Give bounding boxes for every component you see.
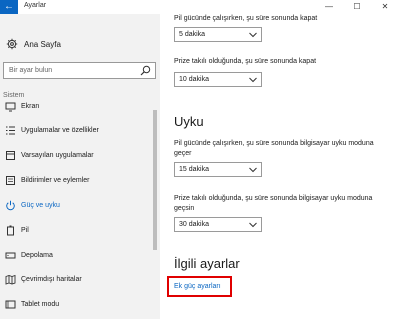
sidebar-item-label: Bildirimler ve eylemler (21, 177, 90, 184)
back-button[interactable]: ← (0, 0, 18, 14)
search-icon[interactable] (140, 65, 151, 76)
search-input[interactable]: Bir ayar bulun (3, 62, 156, 79)
list-icon (6, 126, 15, 135)
sidebar-item-label: Güç ve uyku (21, 202, 60, 209)
related-settings-heading: İlgili ayarlar (174, 256, 240, 271)
home-label: Ana Sayfa (24, 40, 61, 49)
sidebar-item-default-apps[interactable]: Varsayılan uygulamalar (0, 145, 152, 167)
sidebar-item-storage[interactable]: Depolama (0, 245, 152, 267)
additional-power-settings-link[interactable]: Ek güç ayarları (174, 283, 221, 290)
sidebar-item-tablet-mode[interactable]: Tablet modu (0, 294, 152, 316)
title-bar: ← Ayarlar — ☐ ✕ (0, 0, 400, 14)
dropdown-value: 15 dakika (179, 166, 209, 173)
window-title: Ayarlar (24, 2, 47, 9)
sidebar-item-label: Çevrimdışı haritalar (21, 276, 82, 283)
minimize-button[interactable]: — (316, 0, 342, 14)
sidebar-item-label: Tablet modu (21, 301, 60, 308)
gear-icon (6, 38, 18, 50)
battery-icon (7, 225, 14, 236)
sidebar: Ana Sayfa Bir ayar bulun Sistem Ekran Uy… (0, 14, 160, 319)
sidebar-item-label: Pil (21, 227, 29, 234)
maximize-button[interactable]: ☐ (344, 0, 370, 14)
chevron-down-icon (249, 32, 257, 38)
close-button[interactable]: ✕ (372, 0, 398, 14)
close-icon: ✕ (381, 2, 389, 11)
map-icon (5, 274, 16, 285)
chevron-down-icon (249, 222, 257, 228)
screen-plugged-dropdown[interactable]: 10 dakika (174, 72, 262, 87)
sidebar-item-battery[interactable]: Pil (0, 220, 152, 242)
search-placeholder: Bir ayar bulun (9, 67, 53, 74)
monitor-icon (5, 102, 16, 112)
back-arrow-icon: ← (4, 1, 14, 12)
sidebar-item-notifications[interactable]: Bildirimler ve eylemler (0, 170, 152, 192)
tablet-icon (5, 300, 16, 309)
screen-plugged-label: Prize takılı olduğunda, şu süre sonunda … (174, 58, 317, 65)
storage-icon (5, 252, 16, 259)
sleep-plugged-label-line2: geçsin (174, 205, 195, 212)
default-apps-icon (6, 151, 15, 160)
sidebar-item-power-sleep[interactable]: Güç ve uyku (0, 195, 152, 217)
sleep-plugged-dropdown[interactable]: 30 dakika (174, 217, 262, 232)
sidebar-item-label: Varsayılan uygulamalar (21, 152, 94, 159)
sidebar-item-label: Ekran (21, 103, 40, 110)
notification-icon (6, 176, 15, 185)
sidebar-item-apps[interactable]: Uygulamalar ve özellikler (0, 120, 152, 142)
chevron-down-icon (249, 77, 257, 83)
sleep-battery-label-line1: Pil gücünde çalışırken, şu süre sonunda … (174, 140, 374, 147)
dropdown-value: 30 dakika (179, 221, 209, 228)
dropdown-value: 10 dakika (179, 76, 209, 83)
home-nav-item[interactable]: Ana Sayfa (0, 32, 160, 58)
sleep-heading: Uyku (174, 114, 204, 129)
sidebar-item-label: Depolama (21, 252, 53, 259)
main-content: Pil gücünde çalışırken, şu süre sonunda … (160, 14, 400, 319)
minimize-icon: — (325, 2, 333, 11)
power-icon (6, 200, 15, 211)
maximize-icon: ☐ (353, 2, 361, 11)
chevron-down-icon (249, 167, 257, 173)
sleep-battery-dropdown[interactable]: 15 dakika (174, 162, 262, 177)
sidebar-item-ekran[interactable]: Ekran (0, 96, 152, 118)
sleep-battery-label-line2: geçer (174, 150, 192, 157)
dropdown-value: 5 dakika (179, 31, 206, 38)
screen-battery-dropdown[interactable]: 5 dakika (174, 27, 262, 42)
sleep-plugged-label-line1: Prize takılı olduğunda, şu süre sonunda … (174, 195, 373, 202)
screen-battery-label: Pil gücünde çalışırken, şu süre sonunda … (174, 15, 318, 22)
sidebar-item-label: Uygulamalar ve özellikler (21, 127, 99, 134)
sidebar-scrollbar[interactable] (153, 110, 157, 250)
sidebar-item-offline-maps[interactable]: Çevrimdışı haritalar (0, 269, 152, 291)
